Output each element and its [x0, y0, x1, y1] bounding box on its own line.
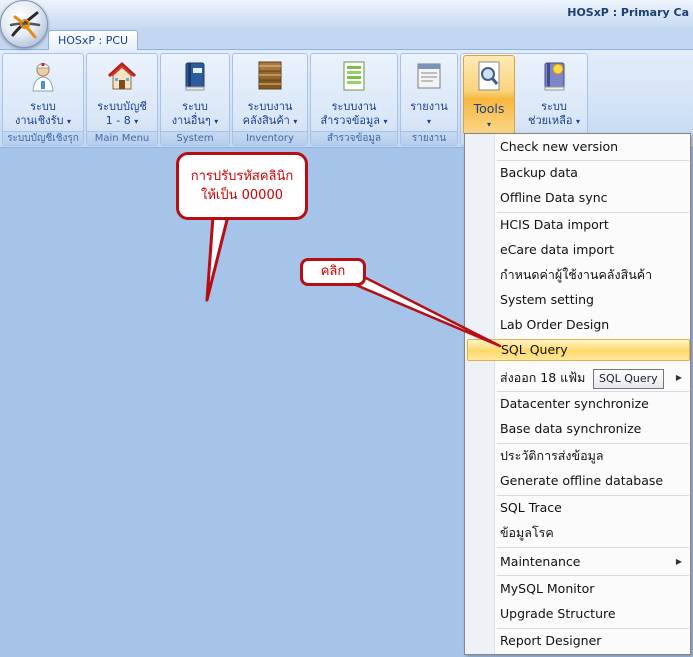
title-bar: HOSxP : Primary Ca — [0, 0, 693, 28]
group-label: Inventory — [233, 131, 307, 145]
menu-item-mysql-monitor[interactable]: MySQL Monitor — [467, 578, 690, 600]
tools-magnifier-icon — [478, 61, 500, 91]
button-label-line1: ระบบ — [182, 100, 208, 113]
dropdown-caret-icon: ▾ — [486, 120, 491, 129]
clinic-code-callout: การปรับรหัสคลินิก ให้เป็น 00000 — [176, 152, 308, 220]
ribbon-tab-strip: HOSxP : PCU — [0, 28, 693, 51]
menu-separator — [497, 628, 689, 629]
ribbon-group-accounting: ระบบ งานเชิงรับ ▾ ระบบบัญชีเชิงรุก — [2, 53, 84, 146]
application-menu-button[interactable] — [0, 0, 48, 48]
passive-services-button[interactable]: ระบบ งานเชิงรับ ▾ — [7, 56, 79, 130]
button-label-line1: ระบบ — [30, 100, 56, 113]
button-label-line1: ระบบงาน — [331, 100, 377, 113]
button-label-line2: 1 - 8 — [105, 114, 131, 127]
menu-separator — [497, 495, 689, 496]
button-label-line2: งานอื่นๆ — [171, 114, 211, 127]
dropdown-caret-icon: ▾ — [575, 117, 580, 126]
button-label-line2: คลังสินค้า — [242, 114, 290, 127]
app-logo-icon — [9, 11, 41, 39]
tools-button[interactable]: Tools ▾ — [463, 55, 515, 135]
button-label-line1: ระบบงาน — [247, 100, 293, 113]
other-systems-button[interactable]: ระบบ งานอื่นๆ ▾ — [163, 56, 227, 130]
home-icon — [107, 61, 137, 90]
callout-line2: ให้เป็น 00000 — [201, 188, 283, 203]
menu-item-disease-data[interactable]: ข้อมูลโรค — [467, 522, 690, 544]
group-label: รายงาน — [401, 131, 457, 145]
click-callout: คลิก — [300, 258, 366, 286]
menu-separator — [497, 547, 689, 548]
report-icon — [417, 63, 441, 89]
menu-separator — [497, 443, 689, 444]
button-label-line2: งานเชิงรับ — [14, 114, 64, 127]
menu-separator — [497, 212, 689, 213]
menu-item-sql-trace[interactable]: SQL Trace — [467, 497, 690, 519]
menu-item-inventory-user-settings[interactable]: กำหนดค่าผู้ใช้งานคลังสินค้า — [467, 264, 690, 286]
ribbon-group-system: ระบบ งานอื่นๆ ▾ System — [160, 53, 230, 146]
menu-item-label: ส่งออก 18 แฟ้ม — [500, 370, 586, 385]
help-book-icon — [544, 62, 565, 91]
menu-item-generate-offline-database[interactable]: Generate offline database — [467, 470, 690, 492]
menu-item-lab-order-design[interactable]: Lab Order Design — [467, 314, 690, 336]
button-label-line1: ระบบ — [541, 100, 567, 113]
menu-item-sql-query[interactable]: SQL Query — [467, 339, 690, 361]
menu-item-report-designer[interactable]: Report Designer — [467, 630, 690, 652]
menu-item-offline-data-sync[interactable]: Offline Data sync — [467, 187, 690, 209]
survey-sheet-icon — [343, 61, 365, 91]
callout-text: คลิก — [320, 264, 346, 279]
sql-query-tooltip: SQL Query — [593, 369, 664, 389]
nurse-icon — [32, 63, 54, 92]
menu-item-system-setting[interactable]: System setting — [467, 289, 690, 311]
group-label: ระบบบัญชีเชิงรุก — [3, 131, 83, 145]
menu-item-hcis-data-import[interactable]: HCIS Data import — [467, 214, 690, 236]
button-label-line1: Tools — [473, 101, 505, 116]
inventory-system-button[interactable]: ระบบงาน คลังสินค้า ▾ — [235, 56, 305, 130]
menu-item-label: Maintenance — [500, 554, 581, 569]
reports-button[interactable]: รายงาน ▾ — [403, 56, 455, 130]
window-title: HOSxP : Primary Ca — [567, 6, 689, 19]
help-system-button[interactable]: ระบบ ช่วยเหลือ ▾ — [523, 56, 585, 130]
ribbon-group-survey: ระบบงาน สำรวจข้อมูล ▾ สำรวจข้อมูล — [310, 53, 398, 146]
submenu-arrow-icon: ▶ — [675, 557, 682, 566]
group-label: System — [161, 131, 229, 145]
button-label-line1: รายงาน — [410, 100, 448, 113]
accounting-1-8-button[interactable]: ระบบบัญชี 1 - 8 ▾ — [89, 56, 155, 130]
ribbon-group-inventory: ระบบงาน คลังสินค้า ▾ Inventory — [232, 53, 308, 146]
button-label-line1: ระบบบัญชี — [97, 100, 147, 113]
ribbon-group-main-menu: ระบบบัญชี 1 - 8 ▾ Main Menu — [86, 53, 158, 146]
tab-hosxp-pcu[interactable]: HOSxP : PCU — [48, 30, 138, 51]
dropdown-caret-icon: ▾ — [67, 117, 72, 126]
menu-item-upgrade-structure[interactable]: Upgrade Structure — [467, 603, 690, 625]
tools-dropdown-menu: Check new version Backup data Offline Da… — [464, 133, 691, 655]
submenu-arrow-icon: ▶ — [675, 373, 682, 382]
button-label-line2: สำรวจข้อมูล — [320, 114, 381, 127]
book-icon — [185, 62, 205, 91]
dropdown-caret-icon: ▾ — [134, 117, 139, 126]
dropdown-caret-icon: ▾ — [383, 117, 388, 126]
menu-item-transfer-history[interactable]: ประวัติการส่งข้อมูล — [467, 445, 690, 467]
menu-item-datacenter-synchronize[interactable]: Datacenter synchronize — [467, 393, 690, 415]
menu-item-maintenance[interactable]: Maintenance ▶ — [467, 551, 690, 573]
menu-separator — [497, 575, 689, 576]
menu-separator — [497, 391, 689, 392]
menu-item-base-data-synchronize[interactable]: Base data synchronize — [467, 418, 690, 440]
menu-separator — [497, 160, 689, 161]
dropdown-caret-icon: ▾ — [426, 117, 431, 126]
ribbon-group-reports: รายงาน ▾ รายงาน — [400, 53, 458, 146]
callout-tail — [205, 214, 230, 302]
group-label: Main Menu — [87, 131, 157, 145]
group-label: สำรวจข้อมูล — [311, 131, 397, 145]
dropdown-caret-icon: ▾ — [214, 117, 219, 126]
menu-item-backup-data[interactable]: Backup data — [467, 162, 690, 184]
boxes-icon — [258, 61, 282, 90]
button-label-line2: ช่วยเหลือ — [528, 114, 573, 127]
dropdown-caret-icon: ▾ — [293, 117, 298, 126]
menu-item-ecare-data-import[interactable]: eCare data import — [467, 239, 690, 261]
menu-item-check-new-version[interactable]: Check new version — [467, 136, 690, 158]
callout-line1: การปรับรหัสคลินิก — [190, 169, 294, 184]
survey-system-button[interactable]: ระบบงาน สำรวจข้อมูล ▾ — [313, 56, 395, 130]
